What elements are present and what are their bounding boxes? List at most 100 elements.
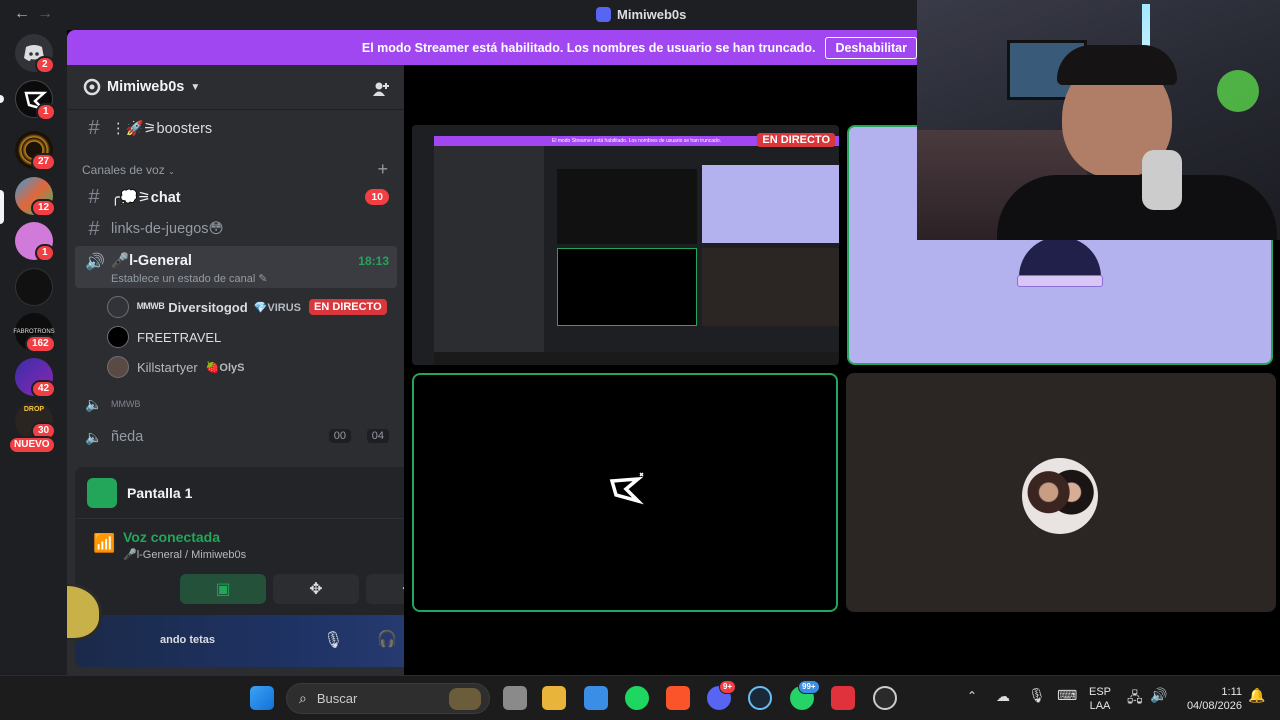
- obs-icon[interactable]: [873, 686, 897, 710]
- brave-icon[interactable]: [666, 686, 690, 710]
- screen-share-button[interactable]: ▣: [180, 574, 266, 604]
- voice-status: Voz conectada: [123, 529, 220, 545]
- clock-time: 1:11: [1221, 686, 1242, 698]
- headphones-icon[interactable]: 🎧: [377, 629, 397, 649]
- forward-arrow-icon[interactable]: →: [37, 5, 53, 23]
- add-channel-icon[interactable]: +: [377, 159, 388, 180]
- network-icon[interactable]: 🖧: [1127, 687, 1143, 711]
- channel-sidebar: Mimiweb0s ▼ # ⋮🚀⚞boosters Canales de voz…: [67, 65, 404, 675]
- tv-app-icon[interactable]: [831, 686, 855, 710]
- voice-channel: 🎤l-General / Mimiweb0s: [123, 549, 247, 561]
- green-lamp: [1217, 70, 1259, 112]
- voice-member[interactable]: FREETRAVEL: [107, 326, 221, 348]
- volume-icon[interactable]: 🔊: [1150, 687, 1167, 704]
- spiral-server-icon[interactable]: 27: [15, 131, 57, 171]
- voice-timer: 18:13: [358, 254, 389, 268]
- notification-icon[interactable]: 🔔: [1248, 687, 1265, 704]
- disable-streamer-button[interactable]: Deshabilitar: [825, 36, 917, 59]
- windows-taskbar: ⌕ Buscar 9+ 99+ ⌃ ☁ 🎙 ⌨ ESP LAA 🖧 🔊 1:11…: [0, 675, 1280, 720]
- member-tag: 💎VIRUS: [253, 301, 301, 314]
- avatar: [107, 326, 129, 348]
- server-label: DROP: [23, 406, 45, 413]
- channel-general[interactable]: 🔊 🎤l-General Establece un estado de cana…: [75, 246, 397, 288]
- steam-icon[interactable]: [748, 686, 772, 710]
- mini-tile: [557, 248, 697, 326]
- cloud-icon[interactable]: ☁: [996, 688, 1010, 705]
- whatsapp-icon[interactable]: 99+: [790, 680, 820, 710]
- streamer-mode-banner: El modo Streamer está habilitado. Los no…: [67, 30, 917, 65]
- window-title: Mimiweb0s: [596, 7, 686, 22]
- fabrotrons-server-icon[interactable]: FABROTRONS 162: [13, 313, 56, 353]
- avatar: [107, 356, 129, 378]
- chevron-up-icon[interactable]: ⌃: [967, 689, 977, 703]
- language-code: ESP: [1088, 686, 1111, 698]
- discord-badge: 9+: [719, 680, 737, 694]
- guild-name: Mimiweb0s: [107, 79, 185, 95]
- back-arrow-icon[interactable]: ←: [14, 5, 30, 23]
- discord-home-icon[interactable]: 2: [15, 34, 55, 74]
- channel-label: ⋮🚀⚞boosters: [111, 120, 213, 137]
- mini-tile: [557, 169, 697, 244]
- drop-server-icon[interactable]: DROP 30: [15, 402, 57, 440]
- speaker-icon: 🔈: [85, 395, 103, 412]
- dark-server-icon[interactable]: [15, 268, 53, 306]
- store-icon[interactable]: [584, 686, 608, 710]
- microphone: [1142, 150, 1182, 210]
- category-label: Canales de voz: [82, 163, 165, 177]
- spotify-icon[interactable]: [625, 686, 649, 710]
- colorful-server-icon[interactable]: 12: [15, 177, 57, 217]
- signal-icon[interactable]: 📶: [93, 533, 115, 554]
- channel-nieda[interactable]: 🔈 ñeda 00 04: [75, 422, 397, 452]
- soundboard-button[interactable]: ❋: [366, 574, 404, 604]
- participant-tile-freetravel[interactable]: [412, 373, 838, 612]
- voice-member[interactable]: ᴹᴹᵂᴮ Diversitogod 💎VIRUS EN DIRECTO: [107, 296, 387, 318]
- unread-badge: 27: [31, 153, 57, 171]
- microphone-icon[interactable]: 🎙: [323, 630, 343, 650]
- channel-chat[interactable]: # ╭💭⚞chat 10: [75, 182, 397, 212]
- category-voice[interactable]: Canales de voz ⌄: [82, 163, 175, 177]
- guild-header[interactable]: Mimiweb0s ▼: [67, 65, 404, 110]
- channel-boosters[interactable]: # ⋮🚀⚞boosters: [75, 113, 397, 143]
- unread-badge: 42: [31, 380, 57, 398]
- freetravel-server-icon[interactable]: 1: [15, 80, 56, 121]
- channel-label-text: l-General: [129, 253, 192, 269]
- server-settings-icon: [83, 78, 101, 96]
- language-layout: LAA: [1089, 700, 1111, 712]
- channel-mmwb[interactable]: 🔈 MMWB: [75, 389, 397, 419]
- search-icon: ⌕: [299, 690, 307, 706]
- avatar: [107, 296, 129, 318]
- live-badge: EN DIRECTO: [308, 299, 387, 315]
- discord-taskbar-icon[interactable]: 9+: [707, 680, 737, 710]
- mini-taskbar: [434, 352, 839, 365]
- taskbar-search[interactable]: ⌕ Buscar: [286, 683, 490, 714]
- streamer-body: [997, 175, 1277, 240]
- keyboard-icon[interactable]: ⌨: [1057, 687, 1077, 704]
- clock[interactable]: 1:11 04/08/2026: [1178, 685, 1242, 713]
- channel-status: Establece un estado de canal ✎: [111, 273, 268, 285]
- chevron-down-icon[interactable]: ▼: [190, 82, 200, 93]
- windows-start-icon[interactable]: [250, 686, 274, 710]
- language-indicator[interactable]: ESP LAA: [1088, 685, 1112, 713]
- speaker-icon: 🔈: [85, 428, 103, 445]
- voice-member[interactable]: Killstartyer 🍓OlyS: [107, 356, 244, 378]
- screen-share-tile[interactable]: El modo Streamer está habilitado. Los no…: [412, 125, 839, 365]
- discord-app-icon: [596, 7, 611, 22]
- window-title-text: Mimiweb0s: [617, 7, 687, 22]
- channel-links[interactable]: # links-de-juegos😳: [75, 214, 397, 244]
- purple-server-icon[interactable]: 42: [15, 358, 57, 398]
- hash-icon: #: [88, 116, 100, 139]
- file-explorer-icon[interactable]: [542, 686, 566, 710]
- voice-channel-text: l-General / Mimiweb0s: [136, 549, 247, 561]
- webcam-overlay: [917, 0, 1280, 240]
- new-badge[interactable]: NUEVO: [8, 436, 56, 454]
- pink-server-icon[interactable]: 1: [15, 222, 55, 262]
- add-member-icon[interactable]: [372, 81, 390, 97]
- user-count: 00: [328, 429, 351, 443]
- participant-tile[interactable]: [846, 373, 1276, 612]
- unread-badge: 1: [35, 244, 55, 262]
- banner-text: El modo Streamer está habilitado. Los no…: [361, 40, 816, 55]
- task-view-icon[interactable]: [503, 686, 527, 710]
- live-badge: EN DIRECTO: [757, 133, 835, 147]
- activities-button[interactable]: ✥: [273, 574, 359, 604]
- microphone-tray-icon[interactable]: 🎙: [1028, 687, 1046, 704]
